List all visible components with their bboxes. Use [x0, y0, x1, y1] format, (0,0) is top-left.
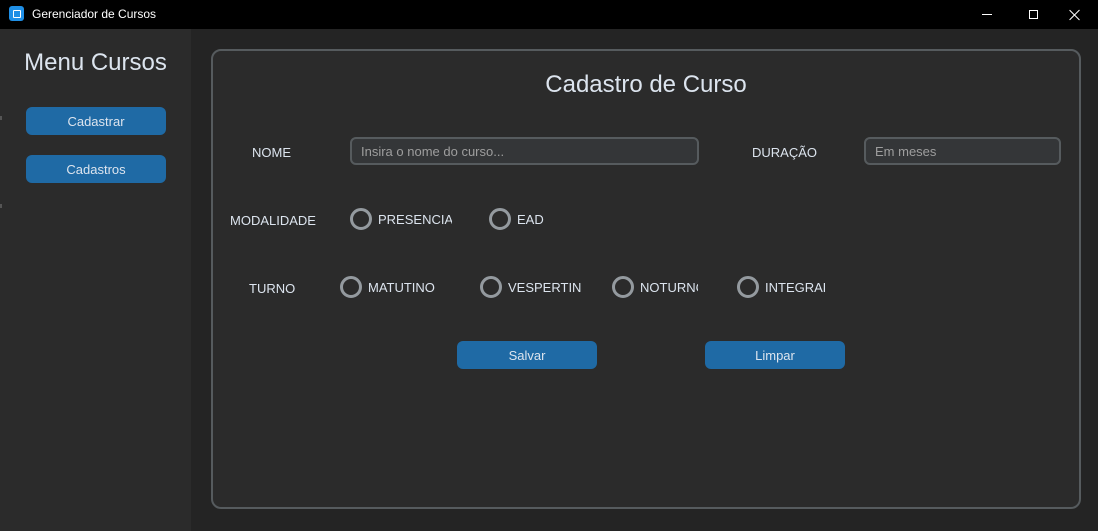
- edge-mark: [0, 204, 2, 208]
- close-button[interactable]: [1052, 0, 1098, 29]
- duracao-input[interactable]: Em meses: [864, 137, 1061, 165]
- radio-circle-icon[interactable]: [480, 276, 502, 298]
- modalidade-label: MODALIDADE: [230, 213, 316, 228]
- radio-label: INTEGRAL: [765, 279, 825, 295]
- maximize-button[interactable]: [1010, 0, 1056, 29]
- duracao-label: DURAÇÃO: [752, 145, 818, 160]
- radio-circle-icon[interactable]: [612, 276, 634, 298]
- nome-label: NOME: [252, 145, 291, 160]
- form-panel: Cadastro de Curso NOME Insira o nome do …: [211, 49, 1081, 509]
- radio-ead[interactable]: EAD: [489, 208, 544, 230]
- radio-label: MATUTINO: [368, 279, 435, 295]
- clear-button[interactable]: Limpar: [705, 341, 845, 369]
- radio-label: NOTURNC: [640, 279, 698, 295]
- radio-circle-icon[interactable]: [340, 276, 362, 298]
- title-bar: Gerenciador de Cursos: [0, 0, 1098, 29]
- window-title: Gerenciador de Cursos: [32, 7, 157, 21]
- cadastrar-button[interactable]: Cadastrar: [26, 107, 166, 135]
- radio-label: VESPERTINC: [508, 279, 582, 295]
- maximize-icon: [1028, 10, 1038, 19]
- radio-circle-icon[interactable]: [737, 276, 759, 298]
- radio-integral[interactable]: INTEGRAL: [737, 276, 825, 298]
- sidebar: Menu Cursos Cadastrar Cadastros: [0, 29, 191, 531]
- radio-matutino[interactable]: MATUTINO: [340, 276, 444, 298]
- sidebar-title: Menu Cursos: [24, 49, 167, 76]
- radio-label: PRESENCIAL: [378, 211, 452, 227]
- radio-circle-icon[interactable]: [489, 208, 511, 230]
- radio-circle-icon[interactable]: [350, 208, 372, 230]
- minimize-button[interactable]: [964, 0, 1010, 29]
- close-icon: [1069, 9, 1081, 21]
- nome-input[interactable]: Insira o nome do curso...: [350, 137, 699, 165]
- radio-presencial[interactable]: PRESENCIAL: [350, 208, 452, 230]
- radio-noturno[interactable]: NOTURNC: [612, 276, 698, 298]
- app-icon: [9, 6, 24, 21]
- radio-label: EAD: [517, 211, 544, 227]
- radio-vespertino[interactable]: VESPERTINC: [480, 276, 582, 298]
- save-button[interactable]: Salvar: [457, 341, 597, 369]
- app-window: Gerenciador de Cursos Menu Cursos Cadast…: [0, 0, 1098, 531]
- cadastros-button[interactable]: Cadastros: [26, 155, 166, 183]
- edge-mark: [0, 116, 2, 120]
- form-title: Cadastro de Curso: [545, 71, 747, 98]
- minimize-icon: [982, 14, 992, 15]
- turno-label: TURNO: [249, 281, 296, 296]
